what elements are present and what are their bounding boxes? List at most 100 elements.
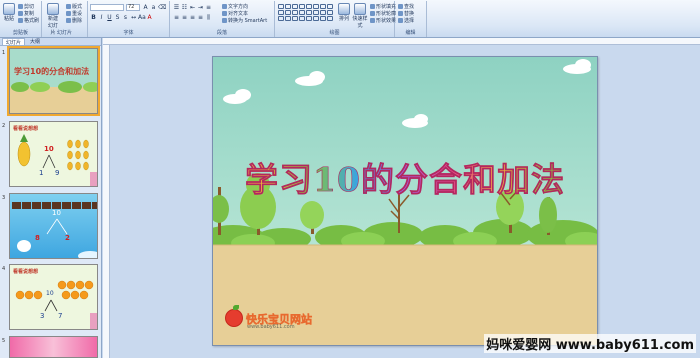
strikethrough-button[interactable]: S xyxy=(114,14,121,21)
reset-button[interactable]: 重设 xyxy=(66,10,82,17)
align-center-button[interactable]: ≡ xyxy=(181,14,188,21)
numbering-button[interactable]: ☷ xyxy=(181,4,188,11)
thumbnail-image: 看看说想想 10 3 7 xyxy=(9,264,98,330)
shadow-button[interactable]: s xyxy=(122,14,129,21)
font-size-buttons: Aa ⌫ xyxy=(142,4,166,11)
increase-indent-button[interactable]: ⇥ xyxy=(197,4,204,11)
font-size-dropdown[interactable]: 72 xyxy=(126,4,140,11)
thumbnail-2-left-number: 1 xyxy=(39,169,44,177)
arrange-button[interactable]: 排列 xyxy=(337,2,351,24)
list-buttons: ☰ ☷ ⇤ ⇥ ≡ xyxy=(173,4,212,11)
thumbnail-slide-2[interactable]: 2 看看说想想 10 1 9 xyxy=(0,121,100,191)
thumbnail-image: 10 8 2 xyxy=(9,193,98,259)
shape-effects-button[interactable]: 形状效果 xyxy=(370,17,396,24)
cursor-icon xyxy=(398,17,403,23)
slides-group: 新建幻灯片 版式 重设 删除 幻灯片 xyxy=(42,1,88,37)
font-group: 72 Aa ⌫ B I U S s ↔ Aa A 字体 xyxy=(88,1,170,37)
thumbnail-slide-5[interactable]: 5 xyxy=(0,336,100,358)
font-name-dropdown[interactable] xyxy=(90,4,124,11)
smartart-button[interactable]: 转换为 SmartArt xyxy=(222,17,267,24)
leaf-icon xyxy=(233,305,239,310)
thumbnail-2-right-number: 9 xyxy=(55,169,60,177)
font-color-button[interactable]: A xyxy=(146,14,153,21)
layout-button[interactable]: 版式 xyxy=(66,3,82,10)
find-button[interactable]: 查找 xyxy=(398,3,414,10)
layout-icon xyxy=(66,3,71,9)
columns-button[interactable]: ⫼ xyxy=(205,14,212,21)
paste-button[interactable]: 粘贴 xyxy=(2,2,16,24)
thumbnail-3-art xyxy=(12,202,97,258)
select-button[interactable]: 选择 xyxy=(398,17,414,24)
quick-styles-button[interactable]: 快速样式 xyxy=(352,2,368,29)
paste-icon xyxy=(3,3,15,15)
cut-button[interactable]: 剪切 xyxy=(18,3,34,10)
quick-styles-icon xyxy=(354,3,366,15)
align-text-icon xyxy=(222,10,227,16)
align-text-button[interactable]: 对齐文本 xyxy=(222,10,248,17)
thumbnail-2-top-number: 10 xyxy=(44,145,54,153)
align-left-button[interactable]: ≡ xyxy=(173,14,180,21)
drawing-group: 排列 快速样式 形状填充 形状轮廓 形状效果 绘图 xyxy=(275,1,396,37)
fill-bucket-icon xyxy=(370,3,375,9)
drawing-group-label: 绘图 xyxy=(329,30,340,36)
site-logo: 快乐宝贝网站 www.baby611.com xyxy=(225,305,323,331)
tab-slides[interactable]: 幻灯片 xyxy=(2,38,26,46)
align-right-button[interactable]: ≡ xyxy=(189,14,196,21)
char-spacing-button[interactable]: ↔ xyxy=(130,14,137,21)
editing-group-label: 编辑 xyxy=(405,30,416,36)
bullets-button[interactable]: ☰ xyxy=(173,4,180,11)
decrease-indent-button[interactable]: ⇤ xyxy=(189,4,196,11)
shape-fill-button[interactable]: 形状填充 xyxy=(370,3,396,10)
underline-button[interactable]: U xyxy=(106,14,113,21)
powerpoint-window: 粘贴 剪切 复制 格式刷 剪贴板 新建幻灯片 版式 重设 删除 幻灯片 72 A… xyxy=(0,0,700,358)
change-case-button[interactable]: Aa xyxy=(138,14,146,21)
scissors-icon xyxy=(18,3,23,9)
shapes-gallery[interactable] xyxy=(278,4,333,21)
thumbnail-slide-4[interactable]: 4 看看说想想 10 3 7 xyxy=(0,264,100,334)
tab-outline[interactable]: 大纲 xyxy=(27,38,43,45)
line-spacing-button[interactable]: ≡ xyxy=(205,4,212,11)
delete-icon xyxy=(66,17,71,23)
text-direction-icon xyxy=(222,3,227,9)
new-slide-button[interactable]: 新建幻灯片 xyxy=(46,2,60,36)
thumbnail-image: 看看说想想 10 1 9 xyxy=(9,121,98,187)
clear-format-button[interactable]: ⌫ xyxy=(158,4,166,11)
italic-button[interactable]: I xyxy=(98,14,105,21)
slide-thumbnail-panel: 幻灯片 大纲 1 学习10的分合和加法 2 看看说想想 10 1 9 3 10 … xyxy=(0,38,102,358)
current-slide[interactable]: 学习10的分合和加法 快乐宝贝网站 www.baby611.com xyxy=(212,56,598,346)
shrink-font-button[interactable]: a xyxy=(150,4,157,11)
thumbnail-slide-1[interactable]: 1 学习10的分合和加法 xyxy=(0,46,100,118)
copy-button[interactable]: 复制 xyxy=(18,10,34,17)
align-buttons: ≡ ≡ ≡ ≡ ⫼ xyxy=(173,14,212,21)
grow-font-button[interactable]: A xyxy=(142,4,149,11)
reset-icon xyxy=(66,10,71,16)
paragraph-group: ☰ ☷ ⇤ ⇥ ≡ ≡ ≡ ≡ ≡ ⫼ 文字方向 对齐文本 转换为 SmartArt 段落 xyxy=(170,1,275,37)
thumbnail-slide-3[interactable]: 3 10 8 2 xyxy=(0,193,100,263)
justify-button[interactable]: ≡ xyxy=(197,14,204,21)
bold-button[interactable]: B xyxy=(90,14,97,21)
thumbnail-4-right-number: 7 xyxy=(58,312,63,320)
slides-group-label: 幻灯片 xyxy=(56,30,72,36)
thumbnail-2-title: 看看说想想 xyxy=(13,126,39,132)
clipboard-group-label: 剪贴板 xyxy=(12,30,28,36)
thumbnail-1-art xyxy=(10,49,97,113)
apple-icon xyxy=(225,309,243,327)
shape-outline-button[interactable]: 形状轮廓 xyxy=(370,10,396,17)
effects-icon xyxy=(370,17,375,23)
paragraph-group-label: 段落 xyxy=(216,30,227,36)
replace-icon xyxy=(398,10,403,16)
horizontal-ruler xyxy=(103,38,700,45)
clipboard-group: 粘贴 剪切 复制 格式刷 剪贴板 xyxy=(0,1,42,37)
slide-title[interactable]: 学习10的分合和加法 xyxy=(213,153,597,201)
replace-button[interactable]: 替换 xyxy=(398,10,414,17)
delete-button[interactable]: 删除 xyxy=(66,17,82,24)
format-painter-button[interactable]: 格式刷 xyxy=(18,17,39,24)
thumbnail-image: 学习10的分合和加法 xyxy=(7,46,100,116)
slide-background xyxy=(213,57,597,345)
ribbon: 粘贴 剪切 复制 格式刷 剪贴板 新建幻灯片 版式 重设 删除 幻灯片 72 A… xyxy=(0,0,700,38)
font-style-buttons: B I U S s ↔ Aa A xyxy=(90,14,153,21)
text-direction-button[interactable]: 文字方向 xyxy=(222,3,248,10)
thumbnail-3-right-number: 2 xyxy=(65,234,70,242)
arrange-icon xyxy=(338,3,350,15)
outline-pen-icon xyxy=(370,10,375,16)
